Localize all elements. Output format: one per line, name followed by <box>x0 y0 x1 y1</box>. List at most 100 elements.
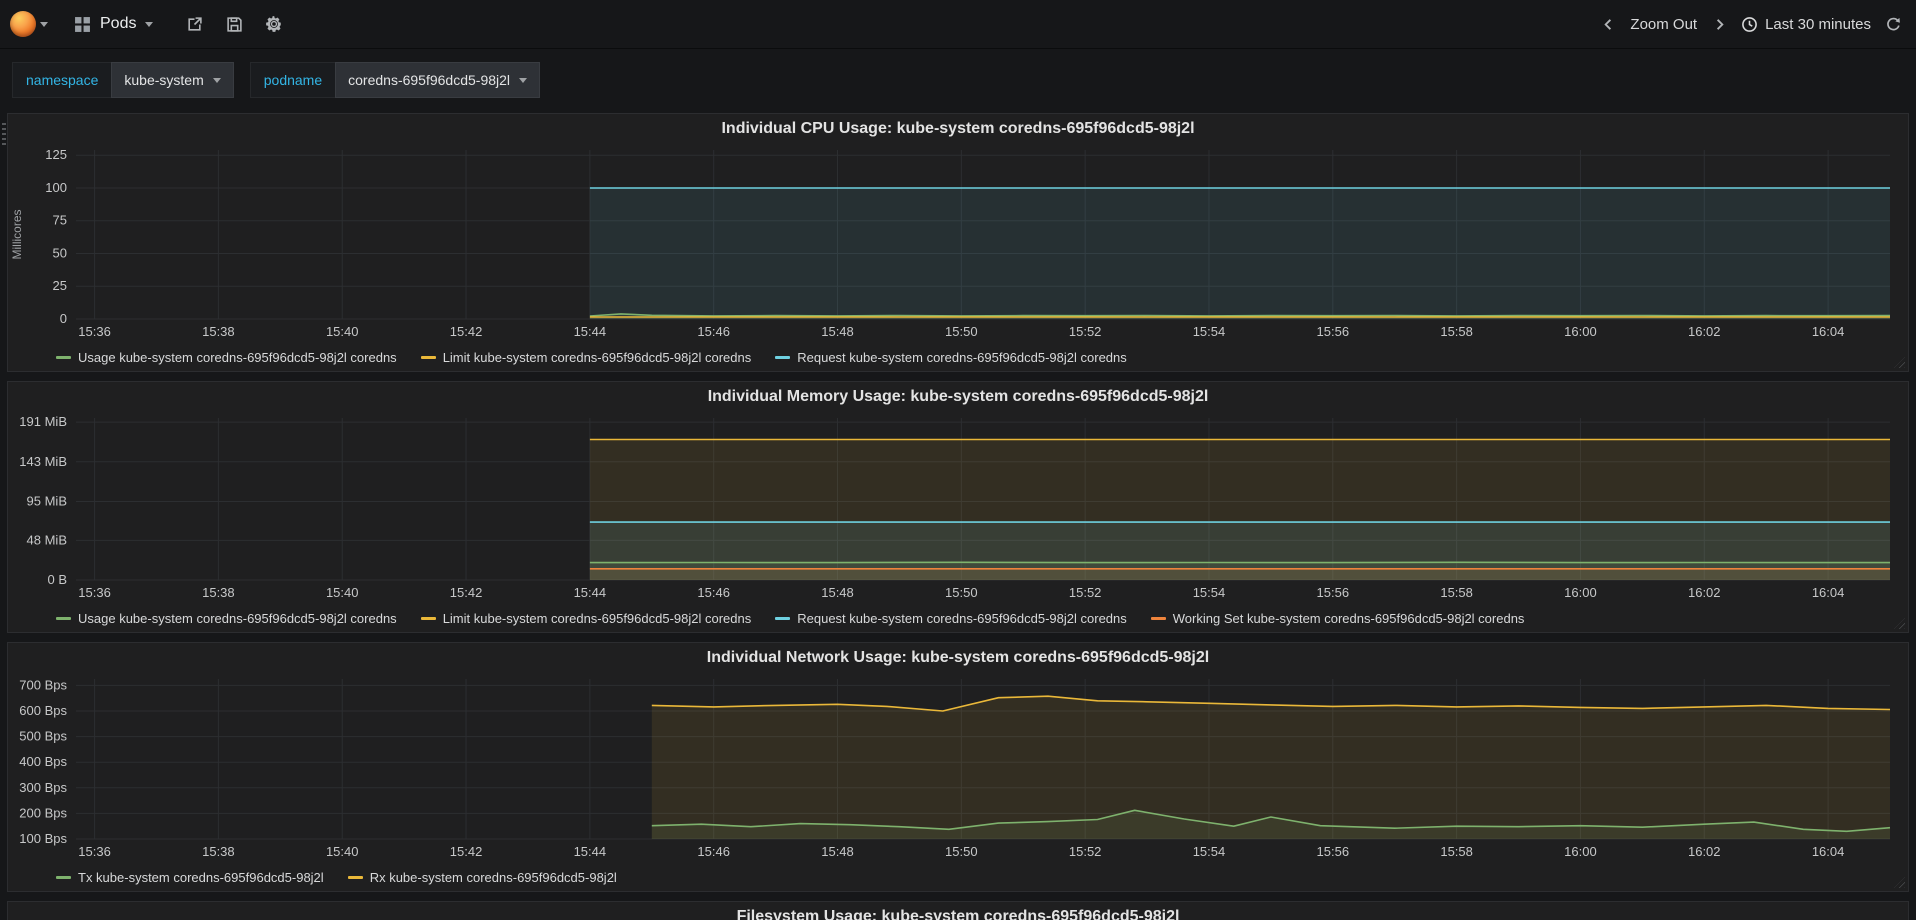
svg-text:15:58: 15:58 <box>1440 844 1473 859</box>
svg-text:15:38: 15:38 <box>202 585 235 600</box>
network-usage-chart[interactable]: 15:36 15:38 15:40 15:42 15:44 15:46 15:48 15:50… <box>8 671 1908 865</box>
grafana-menu-button[interactable] <box>0 0 58 49</box>
svg-text:15:50: 15:50 <box>945 844 978 859</box>
chevron-right-icon <box>1716 18 1724 30</box>
svg-text:15:58: 15:58 <box>1440 324 1473 339</box>
svg-text:15:48: 15:48 <box>821 844 854 859</box>
svg-text:100: 100 <box>45 180 67 195</box>
svg-text:16:00: 16:00 <box>1564 585 1597 600</box>
svg-text:143 MiB: 143 MiB <box>19 454 67 469</box>
svg-text:15:46: 15:46 <box>697 324 730 339</box>
refresh-button[interactable] <box>1884 15 1902 33</box>
legend-color-swatch <box>56 875 71 879</box>
svg-text:15:42: 15:42 <box>450 844 483 859</box>
svg-text:15:56: 15:56 <box>1317 585 1350 600</box>
panel-title[interactable]: Individual Memory Usage: kube-system cor… <box>8 384 1908 410</box>
svg-text:15:44: 15:44 <box>574 844 607 859</box>
legend-item[interactable]: Request kube-system coredns-695f96dcd5-9… <box>775 350 1127 365</box>
chart-legend: Usage kube-system coredns-695f96dcd5-98j… <box>8 606 1908 630</box>
svg-text:15:52: 15:52 <box>1069 324 1102 339</box>
legend-label: Limit kube-system coredns-695f96dcd5-98j… <box>442 349 752 365</box>
legend-item[interactable]: Usage kube-system coredns-695f96dcd5-98j… <box>56 611 397 626</box>
memory-usage-chart[interactable]: 15:36 15:38 15:40 15:42 15:44 15:46 15:48 15:50… <box>8 410 1908 606</box>
legend-label: Rx kube-system coredns-695f96dcd5-98j2l <box>369 869 617 885</box>
panel-title[interactable]: Individual CPU Usage: kube-system coredn… <box>8 116 1908 142</box>
svg-text:15:46: 15:46 <box>697 844 730 859</box>
svg-text:16:02: 16:02 <box>1688 844 1721 859</box>
svg-text:75: 75 <box>53 213 67 228</box>
svg-text:15:52: 15:52 <box>1069 844 1102 859</box>
time-range-label: Last 30 minutes <box>1765 15 1871 33</box>
clock-icon <box>1742 16 1757 32</box>
svg-text:15:54: 15:54 <box>1193 844 1226 859</box>
legend-item[interactable]: Rx kube-system coredns-695f96dcd5-98j2l <box>347 869 617 885</box>
legend-color-swatch <box>56 355 71 359</box>
svg-text:0 B: 0 B <box>47 572 67 587</box>
svg-text:15:38: 15:38 <box>202 324 235 339</box>
svg-text:15:36: 15:36 <box>78 324 111 339</box>
chart-legend: Usage kube-system coredns-695f96dcd5-98j… <box>8 345 1908 369</box>
legend-item[interactable]: Request kube-system coredns-695f96dcd5-9… <box>775 611 1127 626</box>
svg-text:15:40: 15:40 <box>326 324 359 339</box>
svg-text:15:40: 15:40 <box>326 585 359 600</box>
share-icon[interactable] <box>185 15 203 33</box>
panel-drag-handle[interactable] <box>2 123 6 145</box>
legend-color-swatch <box>775 355 791 359</box>
dashboard-picker[interactable]: Pods <box>58 0 169 49</box>
svg-text:15:42: 15:42 <box>450 585 483 600</box>
svg-text:16:00: 16:00 <box>1564 844 1597 859</box>
legend-color-swatch <box>420 616 436 620</box>
svg-text:15:36: 15:36 <box>78 844 111 859</box>
svg-text:500 Bps: 500 Bps <box>19 729 67 744</box>
svg-text:15:50: 15:50 <box>945 324 978 339</box>
svg-text:15:56: 15:56 <box>1317 324 1350 339</box>
svg-text:15:46: 15:46 <box>697 585 730 600</box>
zoom-out-button[interactable]: Zoom Out <box>1630 16 1697 33</box>
legend-color-swatch <box>56 616 71 620</box>
legend-label: Request kube-system coredns-695f96dcd5-9… <box>797 610 1127 626</box>
legend-color-swatch <box>347 875 363 879</box>
svg-text:15:52: 15:52 <box>1069 585 1102 600</box>
svg-text:15:54: 15:54 <box>1193 324 1226 339</box>
svg-text:200 Bps: 200 Bps <box>19 805 67 820</box>
svg-text:15:40: 15:40 <box>326 844 359 859</box>
legend-label: Usage kube-system coredns-695f96dcd5-98j… <box>78 349 397 365</box>
legend-label: Limit kube-system coredns-695f96dcd5-98j… <box>442 610 752 626</box>
svg-text:191 MiB: 191 MiB <box>19 414 67 429</box>
time-range-picker[interactable]: Last 30 minutes <box>1741 16 1871 33</box>
dashboard-actions <box>185 15 283 33</box>
dashboard-grid-icon <box>75 16 90 32</box>
svg-text:50: 50 <box>53 245 67 260</box>
svg-text:0: 0 <box>60 311 67 326</box>
panel-network-usage: Individual Network Usage: kube-system co… <box>7 642 1909 892</box>
legend-color-swatch <box>775 616 791 620</box>
legend-item[interactable]: Usage kube-system coredns-695f96dcd5-98j… <box>56 350 397 365</box>
time-shift-back-button[interactable] <box>1599 15 1617 33</box>
svg-text:16:04: 16:04 <box>1812 585 1845 600</box>
variable-podname-label: podname <box>249 62 336 98</box>
variable-podname-dropdown[interactable]: coredns-695f96dcd5-98j2l <box>335 62 541 98</box>
svg-text:15:44: 15:44 <box>574 585 607 600</box>
panel-cpu-usage: Individual CPU Usage: kube-system coredn… <box>7 113 1909 372</box>
chevron-down-icon <box>40 21 48 27</box>
legend-item[interactable]: Tx kube-system coredns-695f96dcd5-98j2l <box>56 870 324 885</box>
chevron-down-icon <box>145 21 154 27</box>
panel-title[interactable]: Filesystem Usage: kube-system coredns-69… <box>8 904 1908 920</box>
legend-item[interactable]: Limit kube-system coredns-695f96dcd5-98j… <box>420 610 752 626</box>
legend-item[interactable]: Working Set kube-system coredns-695f96dc… <box>1150 611 1524 626</box>
panel-title[interactable]: Individual Network Usage: kube-system co… <box>8 645 1908 671</box>
svg-text:95 MiB: 95 MiB <box>27 493 67 508</box>
grafana-logo <box>10 11 36 37</box>
legend-item[interactable]: Limit kube-system coredns-695f96dcd5-98j… <box>420 349 752 365</box>
variable-podname-value: coredns-695f96dcd5-98j2l <box>348 72 511 88</box>
variable-namespace-dropdown[interactable]: kube-system <box>111 62 234 98</box>
template-variables-bar: namespace kube-system podname coredns-69… <box>0 49 1916 109</box>
dashboard-title: Pods <box>100 15 137 32</box>
settings-gear-icon[interactable] <box>265 15 283 33</box>
svg-text:15:36: 15:36 <box>78 585 111 600</box>
cpu-usage-chart[interactable]: 15:36 15:38 15:40 15:42 15:44 15:46 15:48 15:50… <box>8 142 1908 345</box>
svg-text:48 MiB: 48 MiB <box>27 532 67 547</box>
save-icon[interactable] <box>225 15 243 33</box>
time-shift-forward-button[interactable] <box>1710 15 1728 33</box>
svg-text:15:44: 15:44 <box>574 324 607 339</box>
